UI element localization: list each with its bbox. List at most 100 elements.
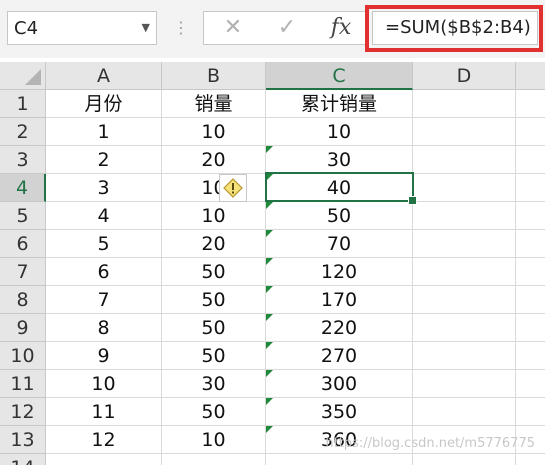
- row-header-6[interactable]: 6: [0, 230, 46, 258]
- cell-b8[interactable]: 50: [162, 286, 266, 314]
- cell-c1[interactable]: 累计销量: [266, 90, 413, 118]
- cell-e6[interactable]: [516, 230, 545, 258]
- cell-b12[interactable]: 50: [162, 398, 266, 426]
- select-all-button[interactable]: [0, 62, 46, 90]
- cell-e12[interactable]: [516, 398, 545, 426]
- row-header-5[interactable]: 5: [0, 202, 46, 230]
- column-header-e[interactable]: [516, 62, 545, 90]
- cell-a1[interactable]: 月份: [46, 90, 162, 118]
- cell-a14[interactable]: [46, 454, 162, 465]
- cell-d12[interactable]: [413, 398, 516, 426]
- cell-b3[interactable]: 20: [162, 146, 266, 174]
- cell-e3[interactable]: [516, 146, 545, 174]
- cell-e10[interactable]: [516, 342, 545, 370]
- cell-c5[interactable]: 50: [266, 202, 413, 230]
- cell-b14[interactable]: [162, 454, 266, 465]
- column-header-d[interactable]: D: [413, 62, 516, 90]
- cell-a5[interactable]: 4: [46, 202, 162, 230]
- cell-c8[interactable]: 170: [266, 286, 413, 314]
- column-header-a[interactable]: A: [46, 62, 162, 90]
- cell-e7[interactable]: [516, 258, 545, 286]
- enter-icon[interactable]: ✓: [272, 15, 302, 41]
- warning-icon[interactable]: [219, 174, 247, 202]
- cell-e8[interactable]: [516, 286, 545, 314]
- cell-b4[interactable]: 10: [162, 174, 266, 202]
- row-header-9[interactable]: 9: [0, 314, 46, 342]
- cell-e1[interactable]: [516, 90, 545, 118]
- cell-a10[interactable]: 9: [46, 342, 162, 370]
- row-header-4[interactable]: 4: [0, 174, 46, 202]
- cell-e11[interactable]: [516, 370, 545, 398]
- cell-a4[interactable]: 3: [46, 174, 162, 202]
- error-indicator-icon: [266, 314, 273, 321]
- cell-a3[interactable]: 2: [46, 146, 162, 174]
- fill-handle[interactable]: [408, 196, 417, 205]
- row-header-10[interactable]: 10: [0, 342, 46, 370]
- cell-d2[interactable]: [413, 118, 516, 146]
- cell-d14[interactable]: [413, 454, 516, 465]
- cell-value: 120: [320, 261, 358, 283]
- row-header-12[interactable]: 12: [0, 398, 46, 426]
- formula-highlight-box: [365, 5, 543, 52]
- cell-c7[interactable]: 120: [266, 258, 413, 286]
- cell-a6[interactable]: 5: [46, 230, 162, 258]
- cell-a7[interactable]: 6: [46, 258, 162, 286]
- column-header-b[interactable]: B: [162, 62, 266, 90]
- cell-b10[interactable]: 50: [162, 342, 266, 370]
- column-header-c[interactable]: C: [266, 62, 413, 90]
- cancel-icon[interactable]: ✕: [218, 15, 248, 41]
- cell-d3[interactable]: [413, 146, 516, 174]
- cell-c10[interactable]: 270: [266, 342, 413, 370]
- cell-d6[interactable]: [413, 230, 516, 258]
- cell-d7[interactable]: [413, 258, 516, 286]
- name-box[interactable]: C4 ▼: [7, 11, 157, 45]
- cell-b9[interactable]: 50: [162, 314, 266, 342]
- cell-a13[interactable]: 12: [46, 426, 162, 454]
- insert-function-button[interactable]: fx: [326, 15, 356, 41]
- cell-c14[interactable]: [266, 454, 413, 465]
- cell-b6[interactable]: 20: [162, 230, 266, 258]
- formula-bar: C4 ▼ ⋮ ✕ ✓ fx =SUM($B$2:B4): [0, 0, 545, 58]
- more-options-icon[interactable]: ⋮: [173, 16, 189, 40]
- row-header-7[interactable]: 7: [0, 258, 46, 286]
- cell-c9[interactable]: 220: [266, 314, 413, 342]
- row-header-13[interactable]: 13: [0, 426, 46, 454]
- error-indicator-icon: [266, 230, 273, 237]
- cell-e2[interactable]: [516, 118, 545, 146]
- cell-b7[interactable]: 50: [162, 258, 266, 286]
- cell-a11[interactable]: 10: [46, 370, 162, 398]
- cell-d5[interactable]: [413, 202, 516, 230]
- cell-e5[interactable]: [516, 202, 545, 230]
- chevron-down-icon[interactable]: ▼: [142, 21, 150, 34]
- cell-d4[interactable]: [413, 174, 516, 202]
- cell-e4[interactable]: [516, 174, 545, 202]
- row-header-8[interactable]: 8: [0, 286, 46, 314]
- row-header-2[interactable]: 2: [0, 118, 46, 146]
- cell-a9[interactable]: 8: [46, 314, 162, 342]
- cell-c11[interactable]: 300: [266, 370, 413, 398]
- cell-c2[interactable]: 10: [266, 118, 413, 146]
- cell-d9[interactable]: [413, 314, 516, 342]
- cell-value: 50: [326, 205, 352, 227]
- cell-e9[interactable]: [516, 314, 545, 342]
- row-header-11[interactable]: 11: [0, 370, 46, 398]
- cell-d8[interactable]: [413, 286, 516, 314]
- cell-d10[interactable]: [413, 342, 516, 370]
- cell-d11[interactable]: [413, 370, 516, 398]
- cell-a2[interactable]: 1: [46, 118, 162, 146]
- cell-a12[interactable]: 11: [46, 398, 162, 426]
- cell-c6[interactable]: 70: [266, 230, 413, 258]
- cell-b11[interactable]: 30: [162, 370, 266, 398]
- cell-c12[interactable]: 350: [266, 398, 413, 426]
- row-header-3[interactable]: 3: [0, 146, 46, 174]
- cell-b2[interactable]: 10: [162, 118, 266, 146]
- row-header-14[interactable]: 14: [0, 454, 46, 465]
- row-header-1[interactable]: 1: [0, 90, 46, 118]
- cell-e14[interactable]: [516, 454, 545, 465]
- cell-d1[interactable]: [413, 90, 516, 118]
- cell-b1[interactable]: 销量: [162, 90, 266, 118]
- cell-a8[interactable]: 7: [46, 286, 162, 314]
- cell-c3[interactable]: 30: [266, 146, 413, 174]
- cell-b13[interactable]: 10: [162, 426, 266, 454]
- cell-b5[interactable]: 10: [162, 202, 266, 230]
